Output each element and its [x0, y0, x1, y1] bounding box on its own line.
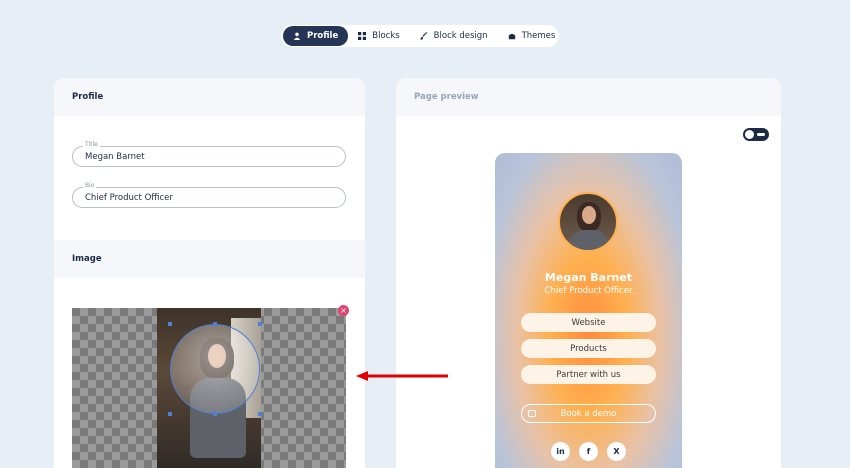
- avatar-face: [582, 206, 596, 224]
- image-cropper[interactable]: [72, 308, 346, 468]
- crop-circle-selection[interactable]: [170, 324, 260, 414]
- title-field[interactable]: Title Megan Barnet: [72, 141, 346, 167]
- phone-preview: Megan Barnet Chief Product Officer Websi…: [495, 153, 682, 468]
- crop-handle[interactable]: [168, 412, 172, 416]
- preview-toggle[interactable]: [743, 128, 769, 141]
- page-preview-header: Page preview: [396, 78, 781, 116]
- bio-field-value: Chief Product Officer: [85, 192, 173, 203]
- tab-themes-label: Themes: [521, 31, 556, 41]
- crop-handle[interactable]: [168, 322, 172, 326]
- user-icon: [293, 32, 301, 40]
- profile-card: Profile Title Megan Barnet Bio Chief Pro…: [54, 78, 365, 468]
- crop-handle[interactable]: [258, 412, 262, 416]
- profile-card-header: Profile: [54, 78, 365, 116]
- toggle-indicator: [757, 133, 765, 136]
- avatar-body: [570, 230, 608, 250]
- tab-blocks[interactable]: Blocks: [348, 26, 409, 46]
- tab-profile[interactable]: Profile: [283, 26, 349, 46]
- preview-avatar: [558, 192, 618, 252]
- preview-link-website[interactable]: Website: [521, 313, 656, 332]
- bio-field[interactable]: Bio Chief Product Officer: [72, 182, 346, 208]
- crop-handle[interactable]: [213, 412, 217, 416]
- tab-profile-label: Profile: [307, 31, 339, 41]
- crop-handle[interactable]: [258, 322, 262, 326]
- brush-icon: [420, 32, 427, 40]
- tab-blocks-label: Blocks: [372, 31, 400, 41]
- image-section-header: Image: [54, 240, 365, 278]
- preview-link-partner[interactable]: Partner with us: [521, 365, 656, 384]
- annotation-arrow-icon: [356, 371, 448, 381]
- tab-themes[interactable]: Themes: [498, 26, 566, 46]
- page-preview-card: Page preview Megan Barnet Chief Product …: [396, 78, 781, 468]
- preview-book-demo-label: Book a demo: [560, 408, 617, 419]
- remove-image-button[interactable]: ×: [338, 305, 349, 316]
- x-icon[interactable]: X: [607, 442, 626, 461]
- bio-field-label: Bio: [83, 182, 97, 189]
- video-icon: [528, 410, 536, 417]
- palette-icon: [508, 33, 515, 40]
- preview-link-products[interactable]: Products: [521, 339, 656, 358]
- top-tab-bar: Profile Blocks Block design Themes: [281, 25, 559, 47]
- tab-block-design[interactable]: Block design: [410, 26, 498, 46]
- preview-name: Megan Barnet: [544, 271, 633, 284]
- preview-bio: Chief Product Officer: [544, 286, 633, 296]
- tab-block-design-label: Block design: [433, 31, 488, 41]
- facebook-icon[interactable]: f: [579, 442, 598, 461]
- title-field-value: Megan Barnet: [85, 151, 145, 162]
- title-field-label: Title: [83, 141, 100, 148]
- grid-icon: [358, 32, 367, 40]
- preview-book-demo-button[interactable]: Book a demo: [521, 404, 656, 423]
- crop-handle[interactable]: [213, 322, 217, 326]
- toggle-knob: [745, 130, 754, 139]
- linkedin-icon[interactable]: in: [551, 442, 570, 461]
